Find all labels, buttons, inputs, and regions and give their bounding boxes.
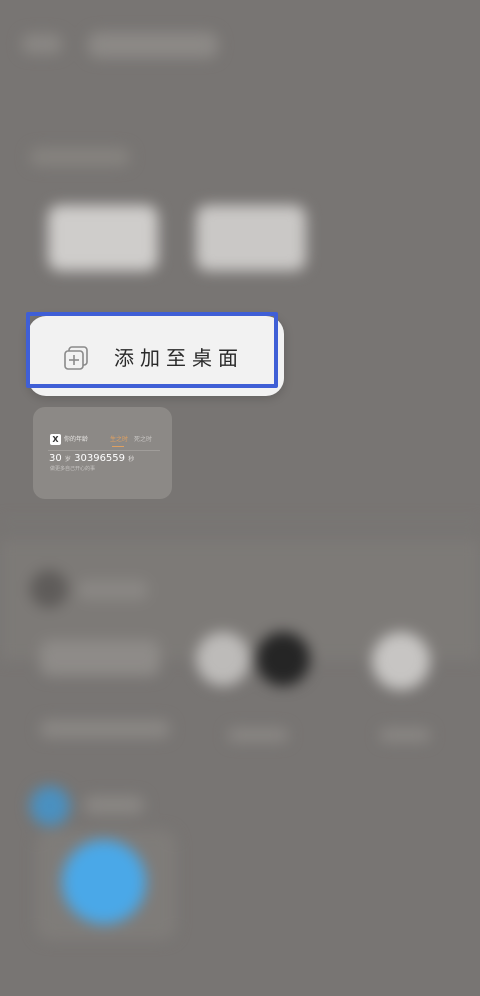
blurred-row: [40, 720, 170, 738]
blurred-color-swatch-white: [196, 632, 250, 686]
blurred-app-icon-large: [62, 840, 146, 924]
widget-tab-active[interactable]: 生之时: [110, 434, 128, 445]
blurred-avatar: [30, 570, 68, 608]
blurred-label: [380, 728, 430, 742]
blurred-back-button: [22, 34, 62, 54]
widget-tab-underline: [112, 446, 124, 447]
highlight-frame: [26, 312, 278, 388]
blurred-divider: [0, 520, 480, 522]
blurred-section-header: [30, 148, 130, 166]
blurred-page-title: [88, 32, 218, 58]
blurred-row: [40, 640, 160, 676]
blurred-label: [78, 580, 148, 600]
widget-tab-inactive[interactable]: 死之时: [134, 434, 152, 445]
widget-age-seconds-unit: 秒: [128, 456, 135, 463]
blurred-label: [228, 728, 288, 742]
blurred-label: [84, 796, 144, 814]
widget-age-years: 30: [49, 453, 62, 464]
widget-caption: 做更多自己开心的事: [50, 466, 96, 472]
blurred-app-icon: [30, 786, 70, 826]
widget-app-logo: X: [50, 434, 61, 445]
widget-age-seconds: 30396559: [74, 453, 126, 464]
widget-app-name: 你的年龄: [64, 436, 89, 443]
blurred-widget-card: [196, 205, 306, 271]
blurred-color-swatch-black: [256, 632, 310, 686]
widget-age-years-unit: 岁: [64, 456, 71, 463]
widget-divider: [48, 450, 160, 451]
blurred-color-swatch-light: [372, 632, 430, 690]
blurred-widget-card: [48, 205, 158, 271]
